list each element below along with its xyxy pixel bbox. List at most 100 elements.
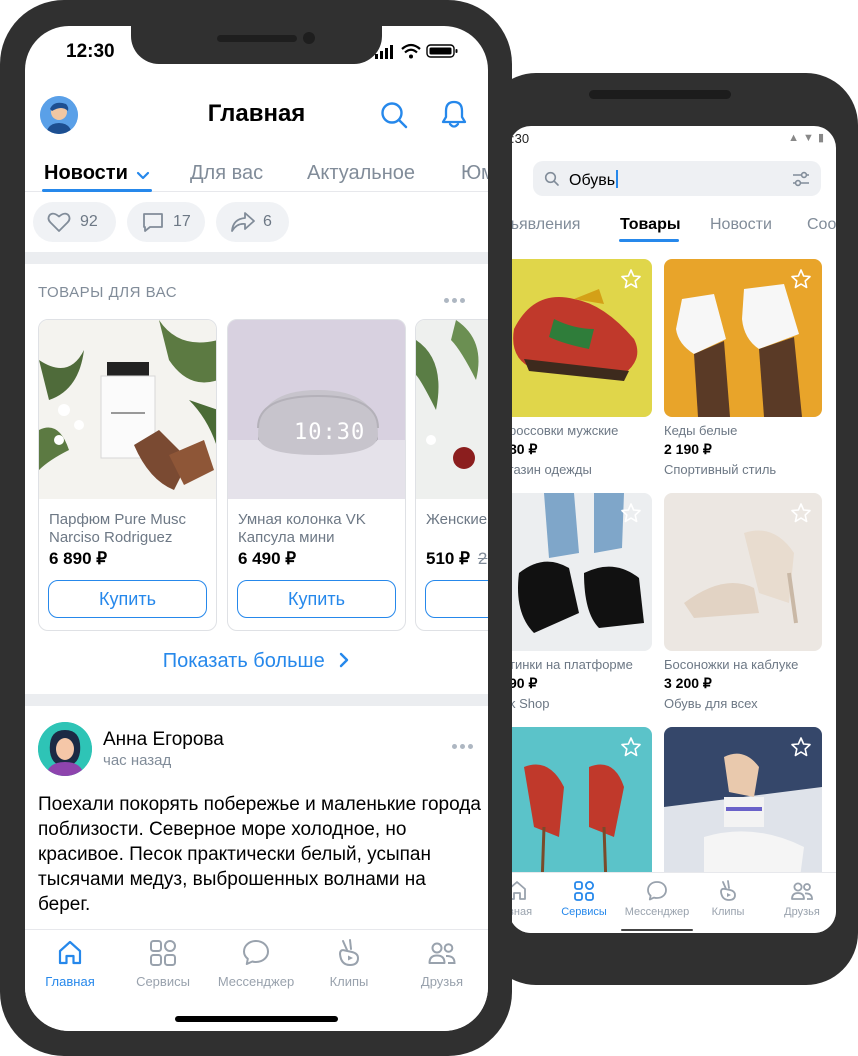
favorite-star-icon[interactable]: [790, 736, 812, 758]
post-more-icon[interactable]: [452, 736, 476, 749]
product-shop: газин одежды: [509, 462, 592, 477]
nav-services[interactable]: Сервисы: [549, 879, 619, 918]
product-card[interactable]: тинки на платформе 90 ₽ k Shop: [509, 493, 652, 711]
chevron-down-icon[interactable]: [136, 171, 150, 180]
status-time: 12:30: [66, 41, 115, 62]
search-icon[interactable]: [379, 100, 409, 130]
tab-communities[interactable]: Соо: [807, 216, 836, 234]
back-status-time: :30: [511, 131, 530, 146]
product-price: 3 200 ₽: [664, 675, 712, 691]
share-button[interactable]: 6: [216, 202, 289, 242]
back-phone-speaker: [589, 90, 731, 99]
old-price: 2: [477, 549, 488, 568]
product-shop: Обувь для всех: [664, 696, 758, 711]
buy-button[interactable]: Купить: [237, 580, 396, 618]
tab-humor[interactable]: Юм: [461, 162, 488, 185]
home-icon: [509, 881, 526, 900]
comment-button[interactable]: 17: [127, 202, 205, 242]
heart-icon: [47, 212, 71, 232]
nav-clips[interactable]: Клипы: [693, 879, 763, 918]
product-card[interactable]: Женские в форме 510 ₽ 2 Ку: [415, 319, 488, 631]
product-name: Умная колонка VK Капсула мини: [238, 511, 366, 546]
comment-count: 17: [173, 213, 191, 230]
product-image: [416, 320, 488, 499]
product-card[interactable]: россовки мужские 80 ₽ газин одежды: [509, 259, 652, 477]
product-card[interactable]: [509, 727, 652, 885]
share-icon: [231, 212, 255, 232]
speaker-clock: 10:30: [294, 420, 366, 445]
product-name: Парфюм Pure Musc Narciso Rodriguez: [49, 511, 187, 546]
tab-actual[interactable]: Актуальное: [307, 162, 415, 185]
product-price: 90 ₽: [509, 675, 538, 691]
active-nav-indicator: [621, 929, 693, 931]
home-icon: [58, 940, 82, 965]
feed-tabs: Новости Для вас Актуальное Юм: [25, 154, 488, 192]
back-phone-screen: :30 ▲▼▮ Обувь ъявления Товары Новости Со…: [509, 126, 836, 933]
services-icon: [574, 881, 594, 901]
product-name: Кеды белые: [664, 423, 738, 438]
nav-friends-label: Друзья: [420, 974, 464, 989]
post-author-avatar[interactable]: [38, 722, 92, 776]
product-card[interactable]: Парфюм Pure Musc Narciso Rodriguez 6 890…: [38, 319, 217, 631]
buy-button[interactable]: Купить: [48, 580, 207, 618]
product-card[interactable]: Кеды белые 2 190 ₽ Спортивный стиль: [664, 259, 822, 477]
favorite-star-icon[interactable]: [620, 268, 642, 290]
tab-news[interactable]: Новости: [44, 162, 128, 185]
product-card[interactable]: [664, 727, 822, 885]
favorite-star-icon[interactable]: [620, 502, 642, 524]
nav-messenger[interactable]: Мессенджер: [211, 938, 301, 989]
nav-home[interactable]: авная: [509, 879, 552, 918]
product-name: тинки на платформе: [509, 657, 633, 672]
product-price: 510 ₽ 2: [426, 549, 487, 569]
product-image: [509, 493, 652, 651]
nav-clips[interactable]: Клипы: [304, 938, 394, 989]
nav-friends[interactable]: Друзья: [397, 938, 487, 989]
nav-messenger-label: Мессенджер: [217, 974, 295, 989]
tab-for-you[interactable]: Для вас: [190, 162, 263, 185]
tab-goods[interactable]: Товары: [620, 216, 681, 234]
product-name: россовки мужские: [509, 423, 619, 438]
filter-icon[interactable]: [791, 170, 811, 188]
product-name: Женские в форме: [426, 511, 488, 528]
more-icon[interactable]: [444, 290, 468, 303]
tab-news[interactable]: Новости: [710, 216, 772, 234]
post-author-name[interactable]: Анна Егорова: [103, 729, 224, 751]
buy-button[interactable]: Ку: [425, 580, 488, 618]
nav-friends[interactable]: Друзья: [767, 879, 836, 918]
nav-messenger[interactable]: Мессенджер: [622, 879, 692, 918]
section-title: ТОВАРЫ ДЛЯ ВАС: [38, 284, 178, 301]
search-input[interactable]: Обувь: [533, 161, 821, 196]
clips-icon: [720, 880, 736, 901]
post-text: Поехали покорять побережье и маленькие г…: [38, 794, 481, 915]
product-card[interactable]: Босоножки на каблуке 3 200 ₽ Обувь для в…: [664, 493, 822, 711]
nav-services[interactable]: Сервисы: [118, 938, 208, 989]
show-more-label: Показать больше: [162, 650, 325, 672]
page-title: Главная: [207, 100, 306, 127]
comment-icon: [143, 213, 163, 232]
home-indicator[interactable]: [175, 1016, 338, 1022]
product-price: 2 190 ₽: [664, 441, 712, 457]
perfume-image: [39, 320, 216, 499]
bell-icon[interactable]: [439, 99, 469, 129]
nav-services-label: Сервисы: [561, 906, 607, 918]
product-image: [664, 259, 822, 417]
product-card[interactable]: 10:30 Умная колонка VK Капсула мини 6 49…: [227, 319, 406, 631]
favorite-star-icon[interactable]: [790, 268, 812, 290]
product-image: [664, 727, 822, 885]
status-icons: [375, 43, 458, 59]
product-name: Босоножки на каблуке: [664, 657, 799, 672]
search-icon: [544, 171, 559, 186]
nav-clips-label: Клипы: [711, 906, 745, 918]
tab-ads[interactable]: ъявления: [509, 216, 580, 234]
services-icon: [150, 940, 176, 966]
favorite-star-icon[interactable]: [620, 736, 642, 758]
product-image: [664, 493, 822, 651]
like-button[interactable]: 92: [33, 202, 116, 242]
clips-icon: [338, 939, 360, 967]
show-more-link[interactable]: Показать больше: [25, 650, 488, 673]
product-price: 80 ₽: [509, 441, 538, 457]
back-tabs: ъявления Товары Новости Соо: [509, 206, 836, 246]
favorite-star-icon[interactable]: [790, 502, 812, 524]
nav-home[interactable]: Главная: [25, 938, 115, 989]
battery-icon: [426, 44, 458, 58]
